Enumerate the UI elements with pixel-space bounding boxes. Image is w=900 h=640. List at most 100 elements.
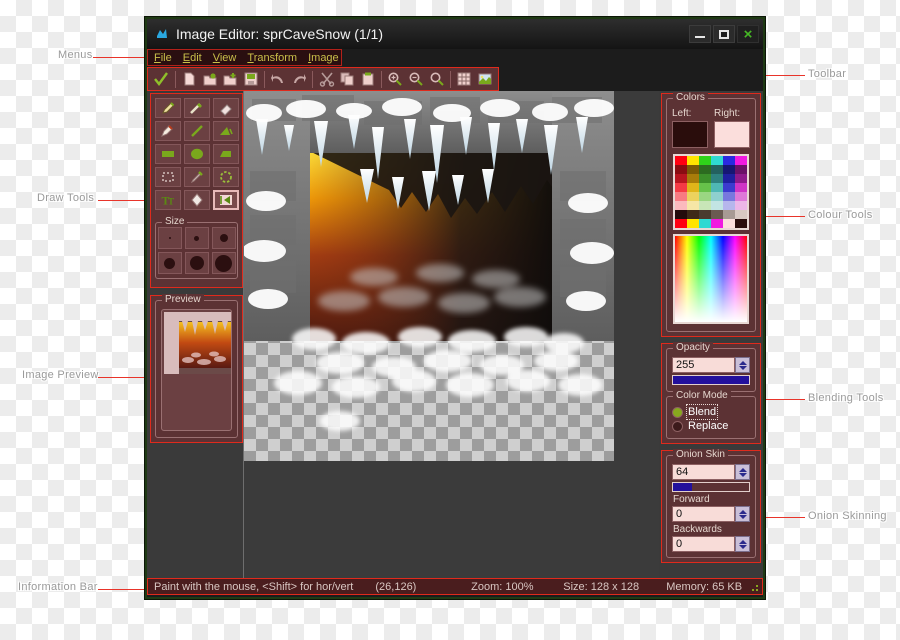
flip-tool[interactable]	[212, 190, 239, 210]
eraser-tool[interactable]	[212, 98, 239, 118]
zoom-reset-icon[interactable]	[427, 70, 446, 89]
add-image-icon[interactable]	[221, 70, 240, 89]
palette-cell-43[interactable]	[687, 219, 699, 228]
palette-cell-41[interactable]	[735, 210, 747, 219]
palette-cell-3[interactable]	[711, 156, 723, 165]
palette-cell-22[interactable]	[723, 183, 735, 192]
palette-cell-11[interactable]	[735, 165, 747, 174]
onion-skin-spinner[interactable]	[735, 464, 750, 480]
palette-cell-34[interactable]	[723, 201, 735, 210]
new-image-icon[interactable]	[180, 70, 199, 89]
close-button[interactable]: ×	[737, 25, 759, 43]
palette-cell-31[interactable]	[687, 201, 699, 210]
canvas-area[interactable]	[243, 91, 659, 578]
palette-cell-33[interactable]	[711, 201, 723, 210]
left-color-swatch[interactable]	[672, 121, 708, 148]
opacity-slider[interactable]	[672, 375, 750, 385]
palette-cell-16[interactable]	[723, 174, 735, 183]
palette-cell-25[interactable]	[687, 192, 699, 201]
eyedropper-tool[interactable]	[183, 167, 210, 187]
toggle-background-icon[interactable]	[475, 70, 494, 89]
palette-cell-2[interactable]	[699, 156, 711, 165]
palette-cell-5[interactable]	[735, 156, 747, 165]
redo-icon[interactable]	[290, 70, 309, 89]
palette-cell-28[interactable]	[723, 192, 735, 201]
right-color-swatch[interactable]	[714, 121, 750, 148]
palette-cell-24[interactable]	[675, 192, 687, 201]
fill-tool[interactable]	[212, 121, 239, 141]
palette-cell-39[interactable]	[711, 210, 723, 219]
text-tool[interactable]: TT	[154, 190, 181, 210]
opacity-input[interactable]: 255	[672, 357, 735, 373]
palette-cell-26[interactable]	[699, 192, 711, 201]
ellipse-tool[interactable]	[183, 144, 210, 164]
onion-skin-slider[interactable]	[672, 482, 750, 492]
sprite-canvas[interactable]	[244, 91, 614, 461]
palette-cell-4[interactable]	[723, 156, 735, 165]
palette-cell-13[interactable]	[687, 174, 699, 183]
straight-line-tool[interactable]	[183, 121, 210, 141]
size-3[interactable]	[184, 227, 209, 249]
menu-item-edit[interactable]: Edit	[183, 52, 202, 64]
resize-grip[interactable]	[748, 581, 759, 593]
brush-tool[interactable]	[154, 121, 181, 141]
palette-cell-12[interactable]	[675, 174, 687, 183]
size-16[interactable]	[211, 252, 236, 274]
select-tool[interactable]	[154, 167, 181, 187]
confirm-check-icon[interactable]	[152, 70, 171, 89]
minimize-button[interactable]	[689, 25, 711, 43]
undo-icon[interactable]	[269, 70, 288, 89]
palette-cell-1[interactable]	[687, 156, 699, 165]
backwards-input[interactable]: 0	[672, 536, 735, 552]
pencil-tool[interactable]	[154, 98, 181, 118]
lasso-tool[interactable]	[212, 167, 239, 187]
palette-cell-27[interactable]	[711, 192, 723, 201]
palette-cell-47[interactable]	[735, 219, 747, 228]
size-5[interactable]	[211, 227, 236, 249]
open-image-icon[interactable]	[200, 70, 219, 89]
copy-icon[interactable]	[338, 70, 357, 89]
size-12[interactable]	[184, 252, 209, 274]
palette-cell-46[interactable]	[723, 219, 735, 228]
menu-item-transform[interactable]: Transform	[247, 52, 297, 64]
menu-item-image[interactable]: Image	[308, 52, 339, 64]
cut-icon[interactable]	[317, 70, 336, 89]
palette-cell-36[interactable]	[675, 210, 687, 219]
palette-cell-37[interactable]	[687, 210, 699, 219]
palette-cell-0[interactable]	[675, 156, 687, 165]
palette-cell-17[interactable]	[735, 174, 747, 183]
palette-cell-20[interactable]	[699, 183, 711, 192]
save-image-icon[interactable]	[241, 70, 260, 89]
toggle-grid-icon[interactable]	[455, 70, 474, 89]
palette-cell-35[interactable]	[735, 201, 747, 210]
line-tool[interactable]	[183, 98, 210, 118]
palette-cell-42[interactable]	[675, 219, 687, 228]
maximize-button[interactable]	[713, 25, 735, 43]
palette-cell-38[interactable]	[699, 210, 711, 219]
palette-cell-29[interactable]	[735, 192, 747, 201]
palette-cell-7[interactable]	[687, 165, 699, 174]
menu-item-view[interactable]: View	[213, 52, 237, 64]
forward-spinner[interactable]	[735, 506, 750, 522]
size-1[interactable]	[157, 227, 182, 249]
palette-cell-23[interactable]	[735, 183, 747, 192]
palette-cell-40[interactable]	[723, 210, 735, 219]
polygon-tool[interactable]	[212, 144, 239, 164]
paste-icon[interactable]	[358, 70, 377, 89]
radio-replace[interactable]: Replace	[672, 420, 752, 432]
palette-cell-18[interactable]	[675, 183, 687, 192]
palette-cell-32[interactable]	[699, 201, 711, 210]
color-gradient-picker[interactable]	[673, 234, 749, 324]
palette-cell-8[interactable]	[699, 165, 711, 174]
smudge-tool[interactable]	[183, 190, 210, 210]
zoom-in-icon[interactable]	[386, 70, 405, 89]
palette-cell-21[interactable]	[711, 183, 723, 192]
palette-cell-10[interactable]	[723, 165, 735, 174]
radio-blend[interactable]: Blend	[672, 404, 752, 420]
palette-cell-44[interactable]	[699, 219, 711, 228]
opacity-spinner[interactable]	[735, 357, 750, 373]
palette-cell-15[interactable]	[711, 174, 723, 183]
rectangle-tool[interactable]	[154, 144, 181, 164]
onion-skin-input[interactable]: 64	[672, 464, 735, 480]
backwards-spinner[interactable]	[735, 536, 750, 552]
